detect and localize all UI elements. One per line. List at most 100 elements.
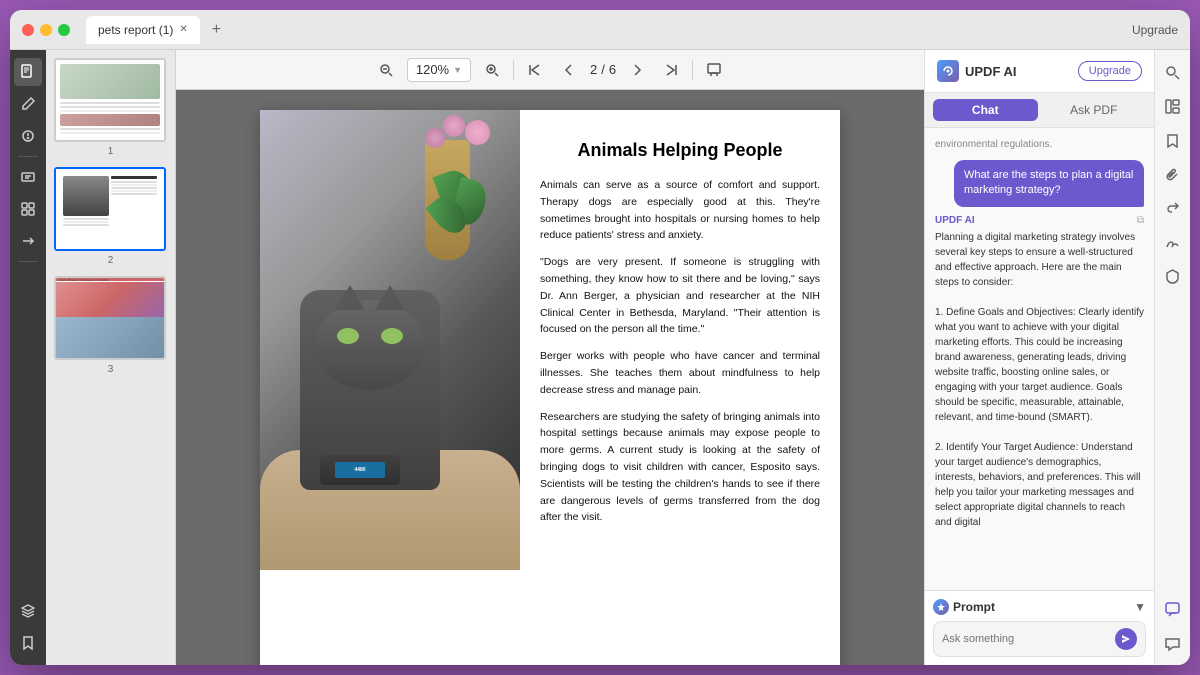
attachment-edge-icon[interactable] <box>1159 160 1187 188</box>
ai-chat-edge-icon[interactable] <box>1159 595 1187 623</box>
ai-tabs: Chat Ask PDF <box>925 93 1154 128</box>
title-bar-right: Upgrade <box>1132 23 1178 37</box>
message-edge-icon[interactable] <box>1159 629 1187 657</box>
tab-chat[interactable]: Chat <box>933 99 1038 121</box>
zoom-display[interactable]: 120% ▼ <box>407 58 471 82</box>
thumbnail-1-inner <box>56 60 164 140</box>
cat-head <box>315 300 425 390</box>
thumbnail-group-1: 1 <box>54 58 167 157</box>
edit-tool-icon[interactable] <box>14 90 42 118</box>
thumbnail-page-2[interactable] <box>54 167 166 251</box>
pdf-paragraph-2: "Dogs are very present. If someone is st… <box>540 254 820 338</box>
last-page-button[interactable] <box>658 59 684 81</box>
updf-logo-icon <box>937 60 959 82</box>
device-on-table: 4480 <box>320 455 400 485</box>
page-navigation: 2 / 6 <box>590 62 616 77</box>
new-tab-button[interactable]: + <box>212 21 221 39</box>
sign-edge-icon[interactable] <box>1159 228 1187 256</box>
tool-divider-1 <box>18 156 38 157</box>
minimize-button[interactable] <box>40 24 52 36</box>
document-tool-icon[interactable] <box>14 58 42 86</box>
pdf-body: Animals can serve as a source of comfort… <box>540 177 820 526</box>
ai-messages[interactable]: environmental regulations. What are the … <box>925 128 1154 590</box>
share-edge-icon[interactable] <box>1159 194 1187 222</box>
bookmark-tool-icon[interactable] <box>14 629 42 657</box>
prompt-header: Prompt ▼ <box>933 599 1146 615</box>
tab-ask-pdf-label: Ask PDF <box>1070 103 1117 117</box>
total-pages: 6 <box>609 62 616 77</box>
ai-response-header: UPDF AI ⧉ <box>935 215 1144 226</box>
ai-response-container: UPDF AI ⧉ Planning a digital marketing s… <box>935 215 1144 530</box>
cat-ear-right <box>375 285 405 310</box>
thumbnail-page-1[interactable] <box>54 58 166 142</box>
prompt-area: Prompt ▼ <box>925 590 1154 665</box>
ai-response-text: Planning a digital marketing strategy in… <box>935 230 1144 530</box>
thumbnail-label-3: 3 <box>54 364 167 375</box>
pdf-photo: 4480 <box>260 110 520 570</box>
upgrade-link[interactable]: Upgrade <box>1132 23 1178 37</box>
zoom-in-button[interactable] <box>479 59 505 81</box>
pdf-toolbar: 120% ▼ 2 / 6 <box>176 50 924 90</box>
thumbnail-group-2: 2 <box>54 167 167 266</box>
zoom-value: 120% <box>416 62 449 77</box>
tab-title: pets report (1) <box>98 23 173 37</box>
first-page-button[interactable] <box>522 59 548 81</box>
prompt-input[interactable] <box>942 633 1109 645</box>
flower-1 <box>465 120 490 145</box>
organize-tool-icon[interactable] <box>14 195 42 223</box>
toolbar-separator-1 <box>513 60 514 80</box>
convert-tool-icon[interactable] <box>14 227 42 255</box>
cat-ear-left <box>335 285 365 310</box>
comment-button[interactable] <box>701 59 727 81</box>
maximize-button[interactable] <box>58 24 70 36</box>
search-edge-icon[interactable] <box>1159 58 1187 86</box>
thumbnail-page-3[interactable]: A Key Phase in the History of Tourism <box>54 276 166 360</box>
bookmark-edge-icon[interactable] <box>1159 126 1187 154</box>
layers-tool-icon[interactable] <box>14 597 42 625</box>
pdf-paragraph-1: Animals can serve as a source of comfort… <box>540 177 820 244</box>
prev-page-button[interactable] <box>556 59 582 81</box>
document-tab[interactable]: pets report (1) ✕ <box>86 16 200 44</box>
cat-eye-left <box>337 328 359 344</box>
copy-icon[interactable]: ⧉ <box>1137 215 1144 226</box>
prompt-label-row: Prompt <box>933 599 995 615</box>
ai-logo: UPDF AI <box>937 60 1017 82</box>
ai-header: UPDF AI Upgrade <box>925 50 1154 93</box>
pdf-article-title: Animals Helping People <box>540 140 820 161</box>
app-window: pets report (1) ✕ + Upgrade <box>10 10 1190 665</box>
tab-close-icon[interactable]: ✕ <box>179 24 187 35</box>
previous-message-text: environmental regulations. <box>935 138 1144 152</box>
zoom-out-button[interactable] <box>373 59 399 81</box>
thumbnail-panel: 1 <box>46 50 176 665</box>
thumbnail-label-2: 2 <box>54 255 167 266</box>
prompt-chevron-icon[interactable]: ▼ <box>1134 600 1146 614</box>
cat-eye-right <box>381 328 403 344</box>
next-page-button[interactable] <box>624 59 650 81</box>
current-page: 2 <box>590 62 597 77</box>
pdf-page: 4480 Animals Helping People Animals can … <box>260 110 840 665</box>
prompt-icon <box>933 599 949 615</box>
traffic-lights <box>22 24 70 36</box>
pdf-paragraph-3: Berger works with people who have cancer… <box>540 348 820 398</box>
annotate-tool-icon[interactable] <box>14 122 42 150</box>
form-tool-icon[interactable] <box>14 163 42 191</box>
thumbnail-2-inner <box>56 169 164 249</box>
thumbnail-group-3: A Key Phase in the History of Tourism 3 <box>54 276 167 375</box>
close-button[interactable] <box>22 24 34 36</box>
device-screen: 4480 <box>335 462 385 478</box>
layout-edge-icon[interactable] <box>1159 92 1187 120</box>
pdf-content[interactable]: 4480 Animals Helping People Animals can … <box>176 90 924 665</box>
tool-divider-2 <box>18 261 38 262</box>
tools-sidebar <box>10 50 46 665</box>
ai-logo-text: UPDF AI <box>965 64 1017 79</box>
toolbar-separator-2 <box>692 60 693 80</box>
tab-ask-pdf[interactable]: Ask PDF <box>1042 99 1147 121</box>
ai-response-label: UPDF AI <box>935 215 975 226</box>
pdf-text-area: Animals Helping People Animals can serve… <box>520 110 840 665</box>
ai-panel: UPDF AI Upgrade Chat Ask PDF environment… <box>924 50 1154 665</box>
protect-edge-icon[interactable] <box>1159 262 1187 290</box>
ai-upgrade-button[interactable]: Upgrade <box>1078 61 1142 81</box>
send-button[interactable] <box>1115 628 1137 650</box>
zoom-chevron-icon: ▼ <box>453 65 462 75</box>
right-edge-icons <box>1154 50 1190 665</box>
